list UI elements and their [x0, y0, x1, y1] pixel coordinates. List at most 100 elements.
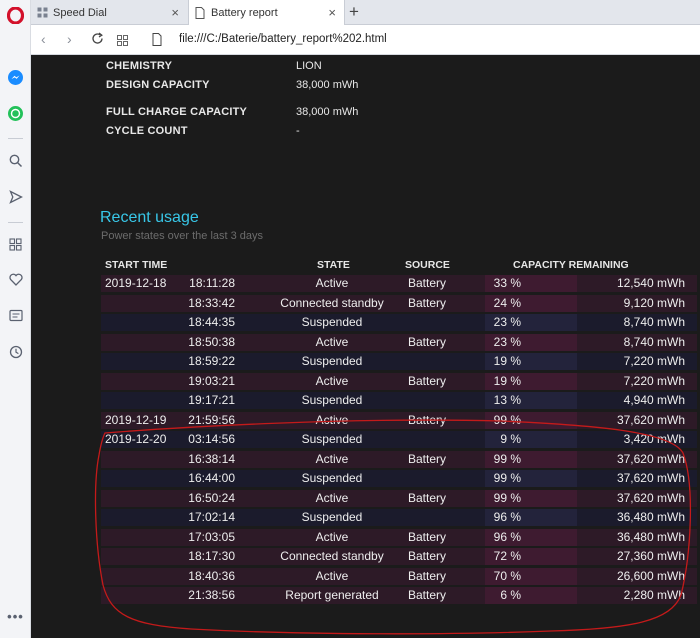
- table-row: 18:59:22 Suspended 19 % 7,220 mWh: [101, 352, 697, 370]
- cell-date: [105, 391, 173, 409]
- cell-source: Battery: [407, 588, 446, 602]
- cell-capacity: 8,740 mWh: [623, 334, 685, 349]
- table-row: 2019-12-19 21:59:56 Active Battery 99 % 37,62…: [101, 411, 697, 429]
- cell-capacity: 12,540 mWh: [616, 276, 685, 290]
- cell-percent: 33 %: [493, 276, 521, 290]
- cell-source: [399, 508, 455, 526]
- heart-icon[interactable]: [7, 271, 24, 288]
- cell-capacity: 27,360 mWh: [616, 549, 685, 563]
- cell-percent: 99 %: [493, 490, 521, 505]
- tab-speed-dial[interactable]: Speed Dial ×: [31, 0, 187, 25]
- news-icon[interactable]: [7, 307, 24, 324]
- cell-date: [105, 508, 173, 526]
- tab-label: Speed Dial: [53, 6, 107, 19]
- info-value: 38,000 mWh: [296, 106, 359, 118]
- table-row: 16:38:14 Active Battery 99 % 37,620 mWh: [101, 450, 697, 468]
- table-row: 19:03:21 Active Battery 19 % 7,220 mWh: [101, 372, 697, 390]
- info-value: 38,000 mWh: [296, 79, 359, 91]
- cell-capacity: 37,620 mWh: [616, 490, 685, 505]
- cell-capacity: 3,420 mWh: [623, 432, 685, 446]
- search-icon[interactable]: [7, 152, 24, 169]
- cell-source: [399, 430, 455, 448]
- cell-time: 03:14:56: [188, 432, 235, 446]
- browser-sidebar: •••: [0, 0, 31, 638]
- cell-date: [105, 528, 173, 546]
- cell-percent: 13 %: [493, 393, 521, 407]
- forward-icon[interactable]: ›: [67, 31, 72, 47]
- cell-time: 18:40:36: [188, 568, 235, 583]
- info-value: -: [296, 125, 300, 137]
- cell-source: Battery: [407, 412, 446, 427]
- cell-date: [105, 294, 173, 312]
- cell-time: 21:59:56: [188, 412, 235, 427]
- cell-state: Active: [315, 451, 349, 466]
- cell-percent: 96 %: [493, 529, 521, 544]
- cell-time: 19:03:21: [188, 373, 235, 388]
- cell-date: [105, 333, 173, 351]
- table-row: 2019-12-18 18:11:28 Active Battery 33 % 12,54…: [101, 274, 697, 292]
- more-icon[interactable]: •••: [7, 608, 24, 625]
- cell-state: Active: [315, 490, 349, 505]
- messenger-icon[interactable]: [7, 69, 24, 86]
- cell-capacity: 37,620 mWh: [616, 412, 685, 427]
- cell-source: Battery: [407, 334, 446, 349]
- cell-time: 16:38:14: [188, 451, 235, 466]
- speed-dial-tab-icon: [37, 7, 48, 18]
- table-row: 21:38:56 Report generated Battery 6 % 2,280 …: [101, 586, 697, 604]
- cell-percent: 24 %: [493, 295, 521, 310]
- cell-state: Connected standby: [280, 549, 384, 563]
- cell-date: [105, 352, 173, 370]
- cell-time: 17:02:14: [188, 510, 235, 524]
- send-icon[interactable]: [7, 188, 24, 205]
- cell-date: [105, 450, 173, 468]
- document-icon: [195, 6, 205, 19]
- cell-state: Suspended: [301, 393, 363, 407]
- back-icon[interactable]: ‹: [41, 31, 46, 47]
- cell-capacity: 26,600 mWh: [616, 568, 685, 583]
- cell-percent: 23 %: [493, 334, 521, 349]
- cell-time: 18:44:35: [188, 315, 235, 329]
- cell-capacity: 4,940 mWh: [623, 393, 685, 407]
- reload-icon[interactable]: [91, 32, 104, 50]
- cell-date: 2019-12-19: [105, 412, 167, 427]
- history-icon[interactable]: [7, 343, 24, 360]
- cell-date: [105, 372, 173, 390]
- close-tab-icon[interactable]: ×: [328, 5, 336, 20]
- cell-date: 2019-12-18: [105, 276, 167, 290]
- cell-source: Battery: [407, 276, 446, 290]
- table-row: 19:17:21 Suspended 13 % 4,940 mWh: [101, 391, 697, 409]
- cell-date: [105, 586, 173, 604]
- cell-percent: 19 %: [493, 373, 521, 388]
- cell-capacity: 7,220 mWh: [623, 354, 685, 368]
- header-state: STATE: [317, 259, 350, 271]
- cell-capacity: 9,120 mWh: [623, 295, 685, 310]
- tabs-grid-icon[interactable]: [117, 33, 128, 51]
- cell-percent: 19 %: [493, 354, 521, 368]
- tab-battery-report[interactable]: Battery report ×: [188, 0, 345, 25]
- info-label: CHEMISTRY: [106, 60, 173, 72]
- cell-source: Battery: [407, 549, 446, 563]
- table-row: 2019-12-20 03:14:56 Suspended 9 % 3,420 mWh: [101, 430, 697, 448]
- cell-capacity: 2,280 mWh: [623, 588, 685, 602]
- cell-percent: 70 %: [493, 568, 521, 583]
- cell-time: 18:59:22: [188, 354, 235, 368]
- cell-date: [105, 469, 173, 487]
- info-label: DESIGN CAPACITY: [106, 79, 210, 91]
- whatsapp-icon[interactable]: [7, 105, 24, 122]
- url-field[interactable]: file:///C:/Baterie/battery_report%202.ht…: [179, 33, 387, 45]
- cell-state: Suspended: [301, 315, 363, 329]
- cell-date: [105, 547, 173, 565]
- opera-logo-icon[interactable]: [7, 7, 24, 24]
- cell-date: [105, 313, 173, 331]
- cell-state: Active: [315, 334, 349, 349]
- speed-dial-icon[interactable]: [7, 236, 24, 253]
- cell-state: Suspended: [301, 471, 363, 485]
- cell-capacity: 37,620 mWh: [616, 471, 685, 485]
- cell-time: 16:44:00: [188, 471, 235, 485]
- cell-time: 19:17:21: [188, 393, 235, 407]
- cell-time: 18:11:28: [189, 276, 235, 290]
- table-row: 18:44:35 Suspended 23 % 8,740 mWh: [101, 313, 697, 331]
- new-tab-button[interactable]: +: [349, 2, 359, 22]
- close-tab-icon[interactable]: ×: [171, 5, 179, 20]
- table-row: 16:50:24 Active Battery 99 % 37,620 mWh: [101, 489, 697, 507]
